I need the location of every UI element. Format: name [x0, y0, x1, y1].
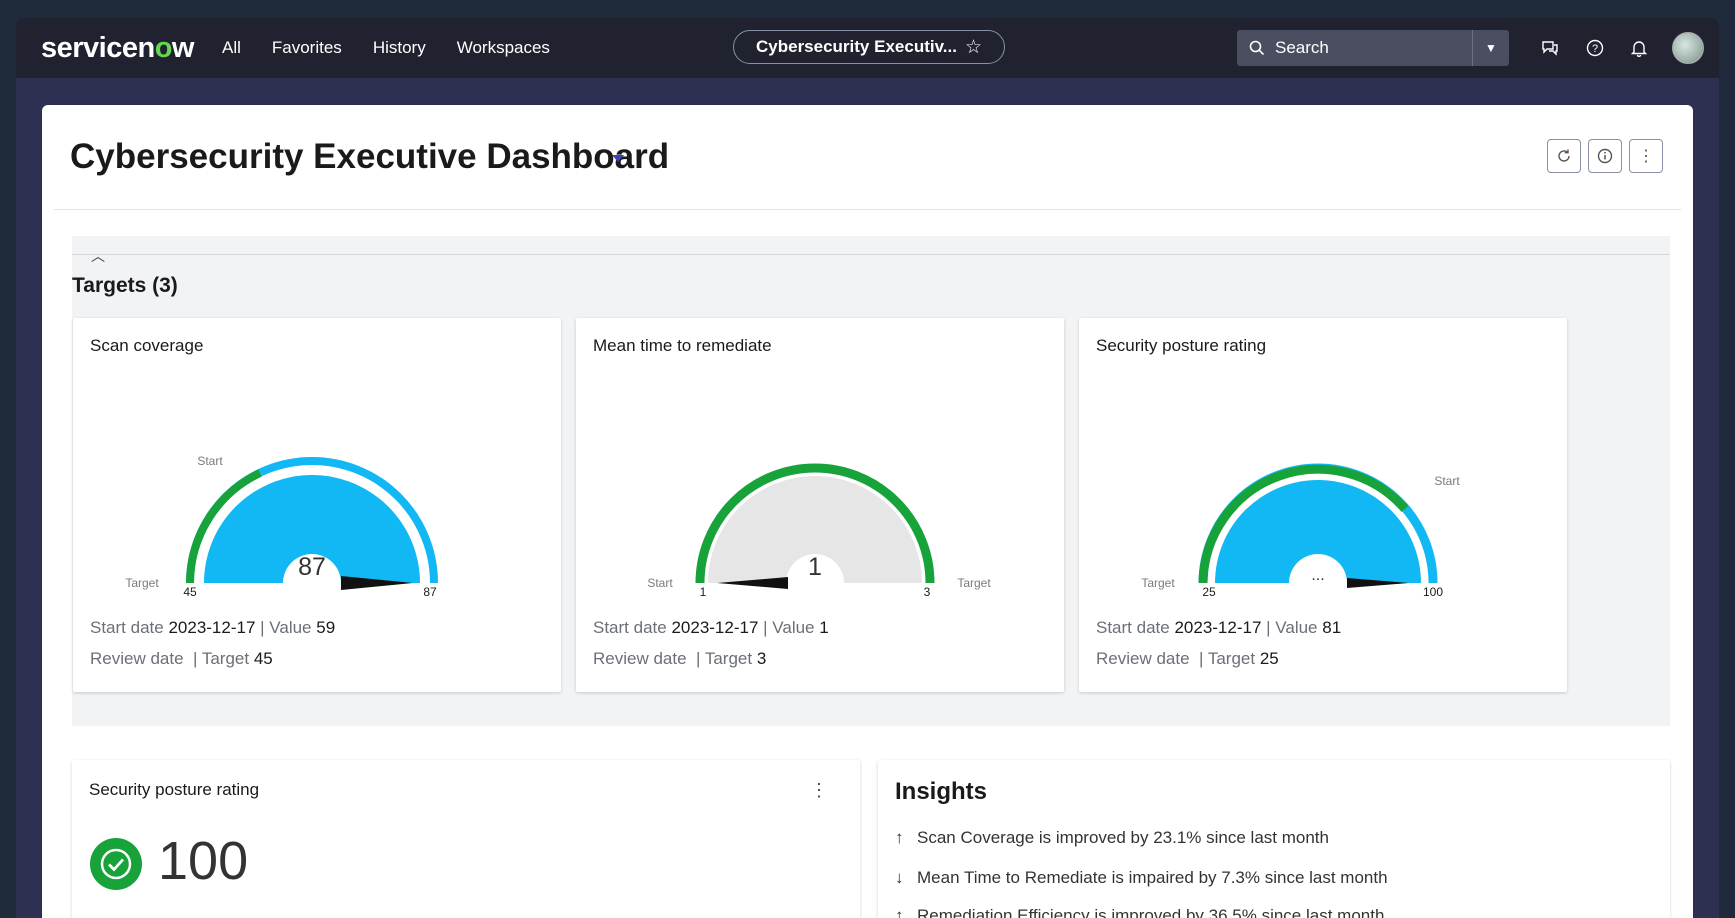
insight-item: ↑ Remediation Efficiency is improved by 3…: [895, 906, 1384, 918]
search-icon: [1249, 40, 1265, 56]
search-scope-dropdown[interactable]: ▼: [1472, 30, 1509, 66]
refresh-button[interactable]: [1547, 139, 1581, 173]
target-card-scan-coverage[interactable]: Scan coverage 87 Start Target 45 87 Star…: [73, 318, 561, 692]
nav-favorites[interactable]: Favorites: [272, 38, 342, 58]
gauge-start-label: Start: [1434, 474, 1460, 488]
gauge-min: 25: [1202, 585, 1216, 598]
gauge-min: 45: [183, 585, 197, 598]
targets-section: ︿ Targets (3) Scan coverage 87 Start Tar…: [72, 236, 1670, 726]
insights-card: Insights ↑ Scan Coverage is improved by 2…: [878, 760, 1670, 918]
gauge-target-label: Target: [1141, 576, 1175, 590]
card-review-row: Review date | Target 45: [90, 649, 273, 668]
scan-coverage-gauge: 87 Start Target 45 87: [125, 454, 438, 598]
app-window: servicenow All Favorites History Workspa…: [16, 18, 1719, 918]
workspace-pill-label: Cybersecurity Executiv...: [756, 37, 957, 56]
gauge-center-value: 87: [298, 553, 326, 581]
user-avatar[interactable]: [1672, 32, 1704, 64]
kebab-icon: ⋮: [1638, 148, 1654, 165]
card-review-row: Review date | Target 25: [1096, 649, 1279, 668]
more-options-button[interactable]: ⋮: [1629, 139, 1663, 173]
posture-rating-value: 100: [158, 831, 249, 891]
servicenow-logo[interactable]: servicenow: [41, 32, 194, 65]
check-circle-icon: [90, 838, 142, 890]
nav-history[interactable]: History: [373, 38, 426, 58]
top-nav-bar: servicenow All Favorites History Workspa…: [16, 18, 1719, 78]
search-input[interactable]: [1273, 37, 1462, 59]
nav-workspaces[interactable]: Workspaces: [457, 38, 550, 58]
card-start-row: Start date 2023-12-17 | Value 59: [90, 618, 336, 637]
info-button[interactable]: [1588, 139, 1622, 173]
gauge-center-value: ...: [1311, 567, 1324, 584]
gauge-max: 100: [1423, 585, 1443, 598]
section-divider: [72, 254, 1670, 255]
star-icon[interactable]: ☆: [965, 36, 982, 59]
posture-rating-card[interactable]: Security posture rating ⋮ 100: [72, 760, 860, 918]
main-nav: All Favorites History Workspaces: [222, 38, 581, 58]
insight-item: ↓ Mean Time to Remediate is impaired by 7…: [895, 868, 1388, 887]
gauge-max: 87: [423, 585, 437, 598]
notifications-bell-icon[interactable]: [1628, 37, 1650, 59]
target-card-security-posture-rating[interactable]: Security posture rating ... Start Target…: [1079, 318, 1567, 692]
posture-rating-gauge: ... Start Target 25 100: [1141, 463, 1460, 598]
arrow-up-icon: ↑: [895, 906, 904, 918]
insights-title: Insights: [895, 778, 988, 805]
svg-text:?: ?: [1592, 43, 1598, 55]
help-icon[interactable]: ?: [1584, 37, 1606, 59]
global-search: ▼: [1237, 30, 1509, 66]
target-card-mean-time-to-remediate[interactable]: Mean time to remediate 1 Start Target 1 …: [576, 318, 1064, 692]
gauge-target-label: Target: [957, 576, 991, 590]
card-start-row: Start date 2023-12-17 | Value 81: [1096, 618, 1342, 637]
gauge-target-label: Target: [125, 576, 159, 590]
card-title: Security posture rating: [89, 780, 260, 799]
info-icon: [1597, 148, 1613, 164]
targets-heading: Targets (3): [72, 274, 178, 297]
insight-item: ↑ Scan Coverage is improved by 23.1% sinc…: [895, 828, 1329, 847]
arrow-down-icon: ↓: [895, 868, 904, 887]
chevron-down-icon: ▼: [1485, 41, 1497, 55]
gauge-center-value: 1: [808, 553, 822, 581]
chat-icon[interactable]: [1539, 37, 1561, 59]
collapse-chevron-up-icon[interactable]: ︿: [91, 246, 105, 266]
gauge-max: 3: [924, 585, 931, 598]
dashboard-title: Cybersecurity Executive Dashboard: [70, 137, 670, 176]
dashboard-panel: Cybersecurity Executive Dashboard ⋮ ︿ Ta…: [42, 105, 1693, 918]
arrow-up-icon: ↑: [895, 828, 904, 847]
gauge-min: 1: [700, 585, 707, 598]
workspace-pill[interactable]: Cybersecurity Executiv... ☆: [733, 30, 1005, 64]
nav-all[interactable]: All: [222, 38, 241, 58]
gauge-start-label: Start: [647, 576, 673, 590]
card-start-row: Start date 2023-12-17 | Value 1: [593, 618, 829, 637]
card-review-row: Review date | Target 3: [593, 649, 767, 668]
header-divider: [54, 209, 1681, 210]
refresh-icon: [1558, 149, 1570, 162]
card-menu-kebab-icon[interactable]: ⋮: [810, 780, 828, 801]
gauge-start-label: Start: [197, 454, 223, 468]
mttr-gauge: 1 Start Target 1 3: [647, 463, 991, 598]
dashboard-switcher-chevron-icon[interactable]: [612, 155, 624, 162]
